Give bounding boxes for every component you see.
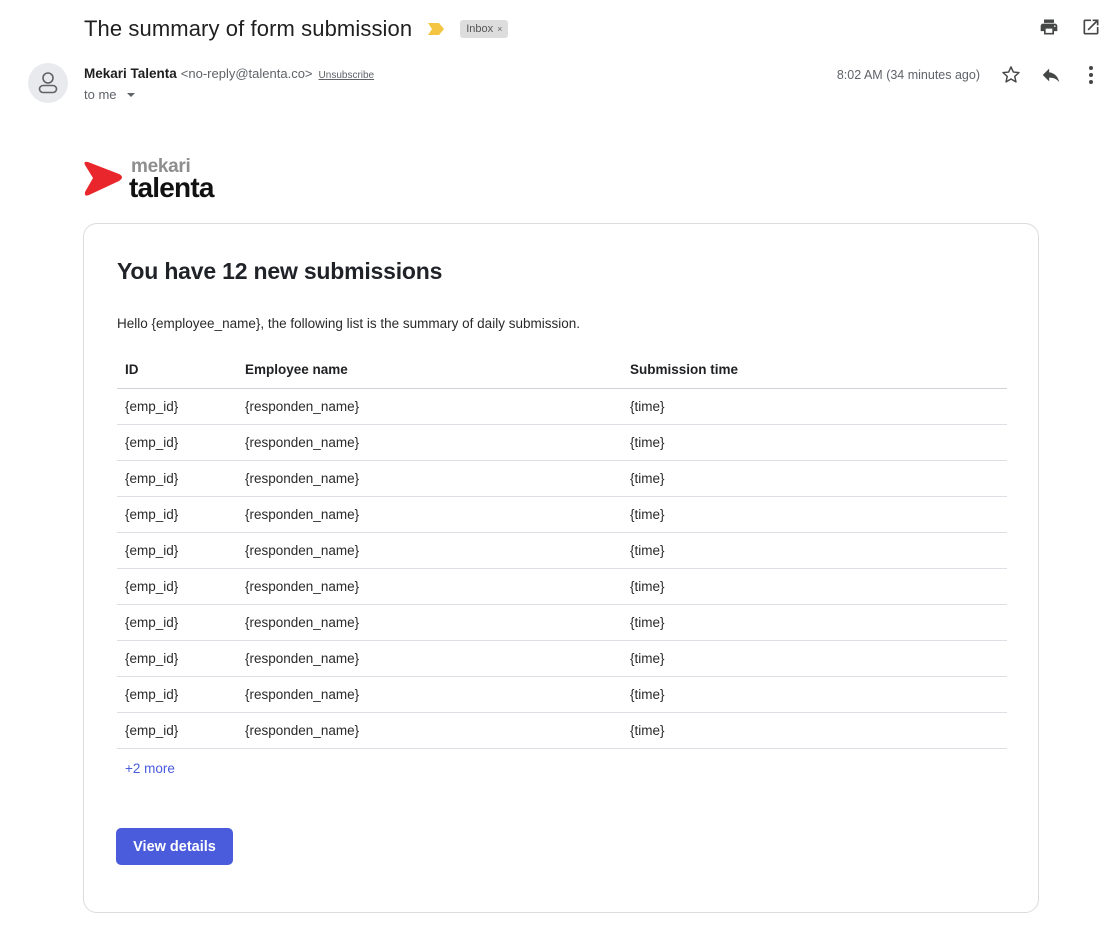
subject-row: The summary of form submission Inbox × [84, 14, 509, 44]
more-options-button[interactable] [1080, 64, 1102, 86]
more-vertical-icon [1089, 66, 1093, 84]
cell-employee-name: {responden_name} [237, 532, 622, 569]
sender-line: Mekari Talenta <no-reply@talenta.co> Uns… [84, 66, 374, 81]
talenta-logo-mark-icon [84, 161, 122, 196]
open-in-new-window-button[interactable] [1080, 16, 1102, 38]
unsubscribe-link[interactable]: Unsubscribe [319, 70, 375, 81]
cell-employee-name: {responden_name} [237, 496, 622, 533]
reply-button[interactable] [1040, 64, 1062, 86]
cell-id: {emp_id} [117, 604, 237, 641]
column-header-submission-time: Submission time [622, 352, 1007, 389]
cell-id: {emp_id} [117, 676, 237, 713]
table-row: {emp_id} {responden_name} {time} [117, 532, 1007, 569]
card-title: You have 12 new submissions [117, 258, 443, 284]
cell-submission-time: {time} [622, 676, 1007, 713]
cell-id: {emp_id} [117, 388, 237, 425]
cell-id: {emp_id} [117, 496, 237, 533]
table-row: {emp_id} {responden_name} {time} [117, 712, 1007, 749]
remove-label-icon[interactable]: × [497, 24, 502, 34]
reply-icon [1042, 68, 1060, 83]
table-row: {emp_id} {responden_name} {time} [117, 568, 1007, 605]
importance-marker-icon[interactable] [428, 23, 445, 35]
card-intro: Hello {employee_name}, the following lis… [117, 316, 580, 331]
column-header-id: ID [117, 352, 237, 389]
email-subject: The summary of form submission [84, 16, 413, 41]
print-icon [1040, 19, 1058, 35]
cell-employee-name: {responden_name} [237, 640, 622, 677]
table-row: {emp_id} {responden_name} {time} [117, 460, 1007, 497]
chevron-down-icon[interactable] [126, 92, 135, 97]
table-row: {emp_id} {responden_name} {time} [117, 676, 1007, 713]
cell-employee-name: {responden_name} [237, 424, 622, 461]
cell-submission-time: {time} [622, 460, 1007, 497]
cell-employee-name: {responden_name} [237, 676, 622, 713]
cell-submission-time: {time} [622, 568, 1007, 605]
cell-id: {emp_id} [117, 532, 237, 569]
cell-id: {emp_id} [117, 568, 237, 605]
cell-submission-time: {time} [622, 424, 1007, 461]
print-button[interactable] [1038, 16, 1060, 38]
recipient-line: to me [84, 87, 135, 102]
inbox-label-chip[interactable]: Inbox × [460, 20, 509, 38]
submission-summary-card: You have 12 new submissions Hello {emplo… [83, 223, 1039, 913]
submissions-table: ID Employee name Submission time {emp_id… [117, 352, 1007, 749]
cell-employee-name: {responden_name} [237, 568, 622, 605]
table-row: {emp_id} {responden_name} {time} [117, 388, 1007, 425]
cell-employee-name: {responden_name} [237, 388, 622, 425]
sender-avatar[interactable] [28, 63, 68, 103]
cell-employee-name: {responden_name} [237, 604, 622, 641]
open-in-new-window-icon [1083, 19, 1099, 35]
cell-submission-time: {time} [622, 496, 1007, 533]
table-header-row: ID Employee name Submission time [117, 352, 1007, 389]
column-header-employee-name: Employee name [237, 352, 622, 389]
star-button[interactable] [1000, 64, 1022, 86]
cell-id: {emp_id} [117, 712, 237, 749]
person-icon [38, 72, 58, 94]
sender-email: <no-reply@talenta.co> [180, 66, 313, 81]
recipient-text: to me [84, 87, 117, 102]
cell-id: {emp_id} [117, 424, 237, 461]
message-timestamp: 8:02 AM (34 minutes ago) [836, 68, 980, 82]
sender-name[interactable]: Mekari Talenta [84, 66, 177, 81]
table-row: {emp_id} {responden_name} {time} [117, 640, 1007, 677]
cell-submission-time: {time} [622, 604, 1007, 641]
mekari-talenta-logo: mekari talenta [83, 156, 243, 203]
table-row: {emp_id} {responden_name} {time} [117, 604, 1007, 641]
table-row: {emp_id} {responden_name} {time} [117, 424, 1007, 461]
table-row: {emp_id} {responden_name} {time} [117, 496, 1007, 533]
more-submissions-link[interactable]: +2 more [125, 761, 175, 776]
thread-actions [1038, 16, 1102, 38]
cell-id: {emp_id} [117, 460, 237, 497]
logo-text-talenta: talenta [129, 172, 214, 203]
inbox-label-text: Inbox [466, 23, 494, 35]
cell-submission-time: {time} [622, 532, 1007, 569]
cell-submission-time: {time} [622, 640, 1007, 677]
message-actions: 8:02 AM (34 minutes ago) [837, 64, 1102, 86]
view-details-button[interactable]: View details [116, 828, 233, 865]
cell-submission-time: {time} [622, 388, 1007, 425]
star-icon [1002, 66, 1020, 83]
cell-submission-time: {time} [622, 712, 1007, 749]
cell-employee-name: {responden_name} [237, 460, 622, 497]
cell-id: {emp_id} [117, 640, 237, 677]
cell-employee-name: {responden_name} [237, 712, 622, 749]
